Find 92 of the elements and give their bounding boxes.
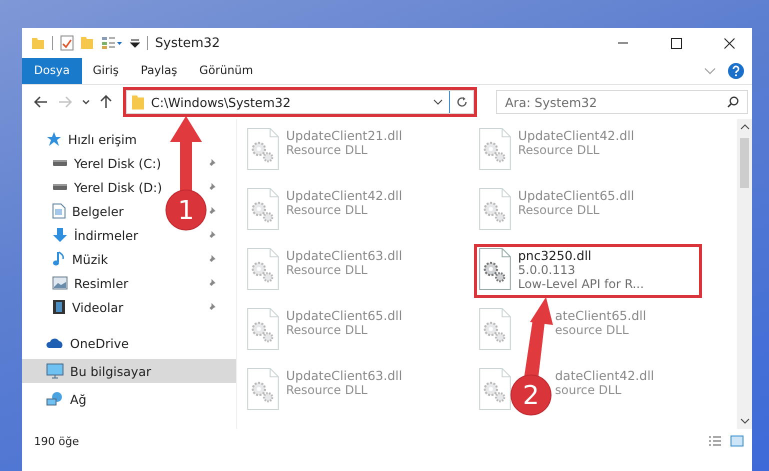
file-name: UpdateClient42.dll — [518, 128, 634, 143]
properties-icon[interactable] — [60, 35, 74, 51]
numbered-arrow-callout: 1 — [166, 116, 206, 230]
dll-file-icon[interactable] — [247, 188, 279, 230]
sidebar-item[interactable]: Yerel Disk (C:) — [52, 151, 168, 175]
file-detail: Resource DLL — [518, 203, 600, 217]
large-icons-view-icon[interactable] — [730, 435, 744, 447]
file-name: UpdateClient21.dll — [286, 128, 402, 143]
pin-icon[interactable] — [207, 230, 216, 240]
sidebar-item[interactable]: Bu bilgisayar — [22, 359, 236, 383]
scrollbar[interactable] — [737, 119, 752, 429]
file-detail: Resource DLL — [286, 263, 368, 277]
ribbon-tab[interactable]: Giriş — [82, 58, 130, 84]
window-title: System32 — [155, 36, 220, 50]
sidebar-item[interactable]: İndirmeler — [52, 223, 144, 247]
cloud-icon — [46, 337, 64, 349]
dll-file-icon[interactable] — [247, 368, 279, 410]
file-detail: Resource DLL — [286, 323, 368, 337]
search-icon — [727, 96, 739, 108]
computer-icon — [46, 363, 64, 379]
up-arrow-icon[interactable] — [100, 95, 112, 109]
pin-icon[interactable] — [207, 302, 216, 312]
file-detail: 5.0.0.113 — [518, 263, 576, 277]
view-options-icon[interactable] — [101, 36, 123, 50]
dll-file-icon[interactable] — [247, 128, 279, 170]
file-name: UpdateClient65.dll — [518, 188, 634, 203]
pin-icon[interactable] — [207, 182, 216, 192]
dll-file-icon[interactable] — [479, 128, 511, 170]
scrollbar-thumb[interactable] — [740, 138, 749, 188]
file-item[interactable]: pnc3250.dll 5.0.0.113 Low-Level API for R... — [475, 245, 701, 297]
sidebar-item[interactable]: Videolar — [52, 295, 130, 319]
dll-file-icon[interactable] — [247, 308, 279, 350]
pin-icon[interactable] — [207, 254, 216, 264]
film-icon — [52, 299, 66, 315]
sidebar-item[interactable]: Ağ — [22, 387, 236, 411]
details-view-icon[interactable] — [708, 436, 722, 446]
file-name: UpdateClient63.dll — [286, 248, 402, 263]
pin-icon[interactable] — [207, 206, 216, 216]
refresh-icon[interactable] — [456, 96, 468, 108]
file-name: UpdateClient63.dll — [286, 368, 402, 383]
address-field[interactable]: C:\Windows\System32 — [126, 90, 474, 114]
numbered-arrow-callout: 2 — [510, 297, 553, 416]
expand-ribbon-icon[interactable] — [704, 68, 716, 74]
file-name: UpdateClient65.dll — [286, 308, 402, 323]
file-name: ateClient65.dll — [555, 308, 646, 323]
search-field[interactable]: Ara: System32 — [496, 90, 748, 114]
file-detail: Resource DLL — [518, 143, 600, 157]
network-icon — [46, 391, 64, 407]
scroll-up-icon[interactable] — [740, 124, 750, 130]
dll-file-icon[interactable] — [247, 248, 279, 290]
caret-icon[interactable] — [433, 99, 443, 105]
file-name: UpdateClient42.dll — [286, 188, 402, 203]
caret-icon[interactable] — [82, 100, 90, 104]
file-menu-tab[interactable]: Dosya — [22, 58, 82, 84]
dll-file-icon[interactable] — [479, 188, 511, 230]
scroll-down-icon[interactable] — [740, 418, 750, 424]
dll-file-icon[interactable] — [479, 248, 511, 290]
file-detail: Resource DLL — [286, 143, 368, 157]
sidebar-item[interactable]: Yerel Disk (D:) — [52, 175, 168, 199]
ribbon-tab[interactable]: Paylaş — [130, 58, 188, 84]
back-arrow-icon[interactable] — [34, 96, 48, 108]
sidebar-item[interactable]: Müzik — [52, 247, 114, 271]
pin-icon[interactable] — [207, 158, 216, 168]
close-icon — [724, 38, 734, 48]
maximize-icon — [670, 38, 682, 48]
drive-icon — [52, 160, 68, 166]
dll-file-icon[interactable] — [479, 308, 511, 350]
file-detail: Low-Level API for R... — [518, 277, 644, 291]
sidebar-item[interactable]: Belgeler — [52, 199, 130, 223]
folder-icon — [132, 94, 145, 110]
sidebar-item[interactable]: OneDrive — [22, 331, 236, 355]
file-name: pnc3250.dll — [518, 248, 592, 263]
minimize-icon — [618, 42, 628, 44]
folder-icon — [32, 36, 45, 50]
dll-file-icon[interactable] — [479, 368, 511, 410]
drive-icon — [52, 184, 68, 190]
pin-icon[interactable] — [207, 278, 216, 288]
file-detail: Resource DLL — [286, 203, 368, 217]
help-icon[interactable] — [728, 63, 744, 79]
customize-toolbar-icon[interactable] — [130, 38, 140, 48]
file-detail: Resource DLL — [286, 383, 368, 397]
pictures-icon — [52, 276, 68, 290]
file-name: dateClient42.dll — [555, 368, 654, 383]
music-note-icon — [52, 251, 66, 267]
down-arrow-icon — [52, 227, 68, 243]
file-detail: source DLL — [555, 383, 622, 397]
file-detail: esource DLL — [555, 323, 630, 337]
sidebar-item[interactable]: Resimler — [52, 271, 134, 295]
ribbon-tab[interactable]: Görünüm — [188, 58, 264, 84]
star-icon — [46, 131, 62, 147]
item-count: 190 öğe — [34, 434, 79, 448]
document-icon — [52, 203, 66, 219]
